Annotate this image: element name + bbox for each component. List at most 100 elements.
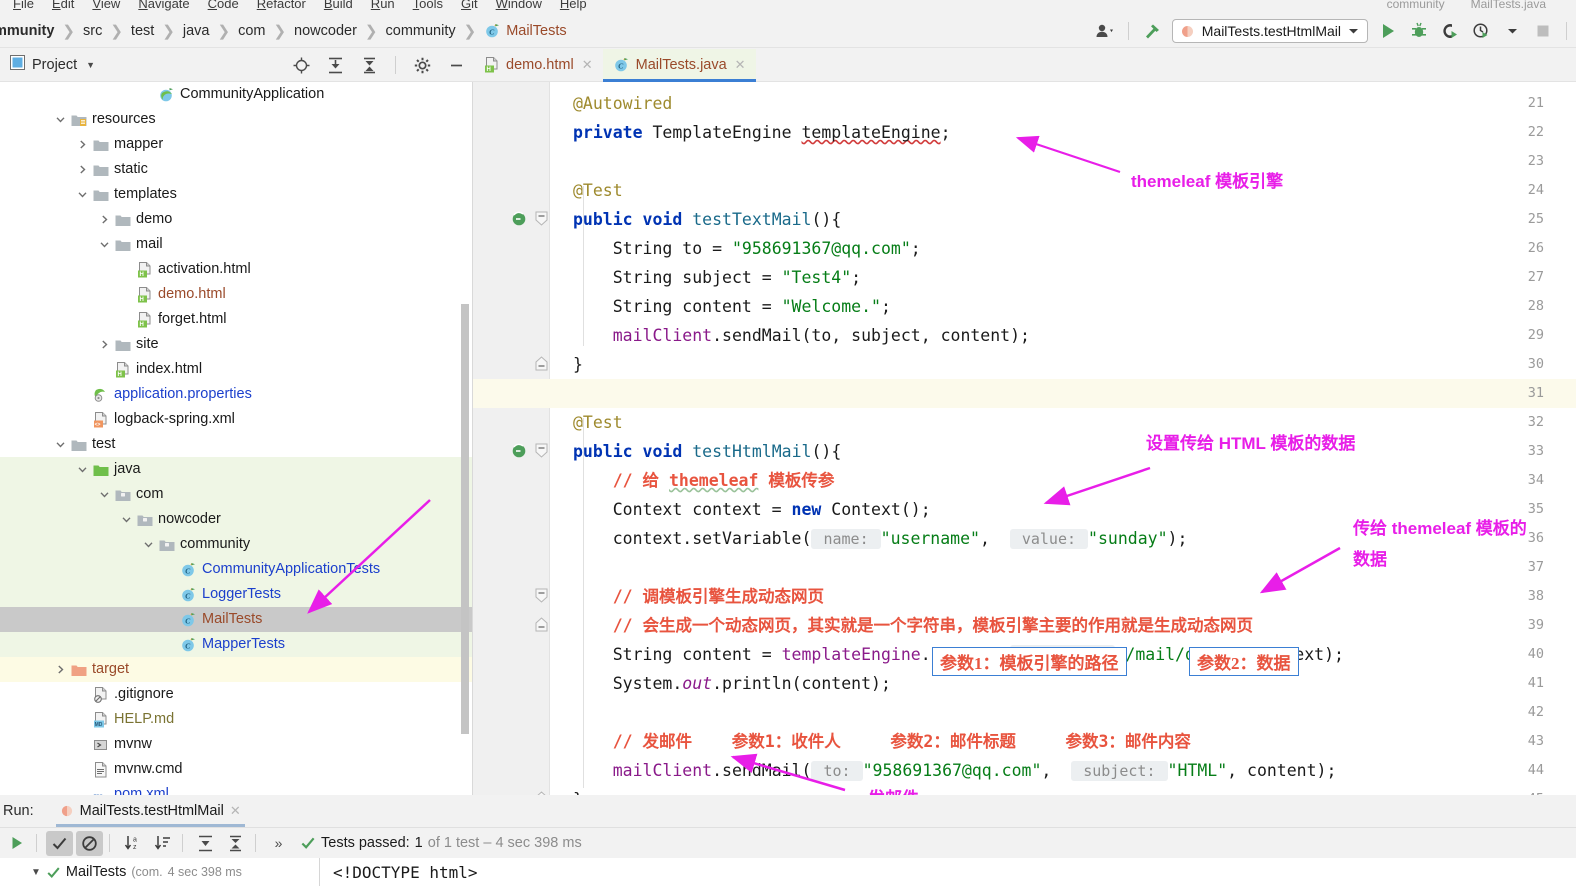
hide-icon[interactable] (445, 54, 467, 76)
gear-icon[interactable] (411, 54, 433, 76)
rerun-icon[interactable] (3, 831, 30, 856)
code-line[interactable]: @Test (573, 176, 623, 205)
code-line[interactable]: // 给 themeleaf 模板传参 (573, 466, 835, 495)
tree-node-mail[interactable]: mail (0, 232, 473, 257)
breadcrumb-item-nowcoder[interactable]: nowcoder (292, 23, 359, 39)
menu-item-file[interactable]: File (4, 0, 43, 11)
collapse-all-icon[interactable] (358, 54, 380, 76)
tree-node-resources[interactable]: resources (0, 107, 473, 132)
menu-item-code[interactable]: Code (199, 0, 248, 11)
chevron-down-icon[interactable] (120, 513, 133, 526)
code-line[interactable]: } (573, 785, 583, 795)
tree-node-communityapplicationtests[interactable]: C CommunityApplicationTests (0, 557, 473, 582)
menu-item-edit[interactable]: Edit (43, 0, 83, 11)
menu-item-view[interactable]: View (83, 0, 129, 11)
code-line[interactable]: context.setVariable( name: "username", v… (573, 524, 1187, 553)
show-ignored-icon[interactable] (76, 830, 103, 856)
breadcrumb-item-com[interactable]: com (236, 23, 267, 39)
breadcrumb-item-mailtests[interactable]: MailTests (504, 23, 568, 39)
code-line[interactable]: @Autowired (573, 89, 672, 118)
tree-node-site[interactable]: site (0, 332, 473, 357)
tree-node-forget-html[interactable]: Hforget.html (0, 307, 473, 332)
console-output[interactable]: <!DOCTYPE html> (320, 858, 1576, 886)
fold-close-icon[interactable] (535, 356, 548, 376)
tree-node-com[interactable]: com (0, 482, 473, 507)
tree-node-templates[interactable]: templates (0, 182, 473, 207)
code-line[interactable]: public void testHtmlMail(){ (573, 437, 841, 466)
locate-icon[interactable] (290, 54, 312, 76)
more-icon[interactable]: » (265, 831, 292, 856)
tree-node-demo[interactable]: demo (0, 207, 473, 232)
breadcrumb-item-community[interactable]: community (384, 23, 458, 39)
breadcrumb[interactable]: mmunity ❯ src ❯ test ❯ java ❯ com ❯ nowcoder ❯ commu… (0, 22, 569, 40)
expand-all-icon[interactable] (192, 831, 219, 856)
fold-open-icon[interactable] (535, 588, 548, 608)
chevron-down-icon[interactable] (76, 188, 89, 201)
menu-item-tools[interactable]: Tools (404, 0, 452, 11)
code-line[interactable]: Context context = new Context(); (573, 495, 931, 524)
tree-node-logback-spring-xml[interactable]: <> logback-spring.xml (0, 407, 473, 432)
collapse-all-icon[interactable] (222, 831, 249, 856)
tree-node-target[interactable]: target (0, 657, 473, 682)
breadcrumb-item-mmunity[interactable]: mmunity (0, 23, 56, 39)
code-line[interactable]: mailClient.sendMail( to: "958691367@qq.c… (573, 756, 1336, 785)
tree-node-community[interactable]: community (0, 532, 473, 557)
expand-all-icon[interactable] (324, 54, 346, 76)
code-line[interactable]: String subject = "Test4"; (573, 263, 861, 292)
code-line[interactable]: mailClient.sendMail(to, subject, content… (573, 321, 1030, 350)
code-editor[interactable]: 21 @Autowired 22 private TemplateEngine tem… (473, 82, 1576, 795)
run-icon[interactable] (1377, 20, 1399, 42)
tree-node-mvnw[interactable]: mvnw (0, 732, 473, 757)
menu-item-run[interactable]: Run (362, 0, 404, 11)
chevron-down-icon[interactable] (76, 463, 89, 476)
chevron-down-icon[interactable] (142, 538, 155, 551)
chevron-right-icon[interactable] (98, 213, 111, 226)
run-test-gutter-icon[interactable] (511, 443, 529, 466)
chevron-down-icon[interactable] (98, 238, 111, 251)
tree-node-test[interactable]: test (0, 432, 473, 457)
chevron-right-icon[interactable] (76, 163, 89, 176)
debug-icon[interactable] (1408, 20, 1430, 42)
run-tab[interactable]: MailTests.testHtmlMail ✕ (55, 796, 245, 827)
code-line[interactable]: // 调模板引擎生成动态网页 (573, 582, 824, 611)
breadcrumb-item-java[interactable]: java (181, 23, 212, 39)
tree-node-demo-html[interactable]: Hdemo.html (0, 282, 473, 307)
code-line[interactable]: String to = "958691367@qq.com"; (573, 234, 921, 263)
user-icon[interactable] (1094, 20, 1116, 42)
stop-icon[interactable] (1532, 20, 1554, 42)
menu-item-build[interactable]: Build (315, 0, 362, 11)
tree-node-mapper[interactable]: mapper (0, 132, 473, 157)
run-configuration-selector[interactable]: MailTests.testHtmlMail (1171, 19, 1368, 43)
chevron-right-icon[interactable] (98, 338, 111, 351)
chevron-down-icon[interactable] (54, 438, 67, 451)
code-line[interactable]: // 发邮件 参数1：收件人 参数2：邮件标题 参数3：邮件内容 (573, 727, 1191, 756)
project-tree-scrollbar[interactable] (461, 304, 469, 734)
show-passed-icon[interactable] (46, 830, 73, 856)
hammer-icon[interactable] (1141, 20, 1163, 42)
chevron-down-icon[interactable] (98, 488, 111, 501)
tree-node-static[interactable]: static (0, 157, 473, 182)
code-line[interactable]: private TemplateEngine templateEngine; (573, 118, 951, 147)
chevron-down-icon[interactable] (1501, 20, 1523, 42)
tree-node-nowcoder[interactable]: nowcoder (0, 507, 473, 532)
tree-node-mappertests[interactable]: C MapperTests (0, 632, 473, 657)
close-icon[interactable]: ✕ (582, 57, 593, 73)
tree-node-mailtests[interactable]: C MailTests (0, 607, 473, 632)
test-tree[interactable]: ▼ MailTests (com. 4 sec 398 ms (25, 858, 320, 886)
tree-node-loggertests[interactable]: C LoggerTests (0, 582, 473, 607)
fold-close-icon[interactable] (535, 617, 548, 637)
run-test-gutter-icon[interactable] (511, 211, 529, 234)
menu-item-git[interactable]: Git (452, 0, 487, 11)
tree-node-java[interactable]: java (0, 457, 473, 482)
close-icon[interactable]: ✕ (230, 803, 241, 819)
menu-item-navigate[interactable]: Navigate (129, 0, 198, 11)
code-line[interactable]: // 会生成一个动态网页，其实就是一个字符串，模板引擎主要的作用就是生成动态网页 (573, 611, 1253, 640)
fold-open-icon[interactable] (535, 211, 548, 231)
menu-item-refactor[interactable]: Refactor (248, 0, 315, 11)
menu-item-help[interactable]: Help (551, 0, 596, 11)
code-line[interactable]: String content = "Welcome."; (573, 292, 891, 321)
chevron-right-icon[interactable] (76, 138, 89, 151)
profile-icon[interactable] (1470, 20, 1492, 42)
sort-by-duration-icon[interactable] (149, 831, 176, 856)
editor-gutter[interactable] (473, 82, 549, 795)
